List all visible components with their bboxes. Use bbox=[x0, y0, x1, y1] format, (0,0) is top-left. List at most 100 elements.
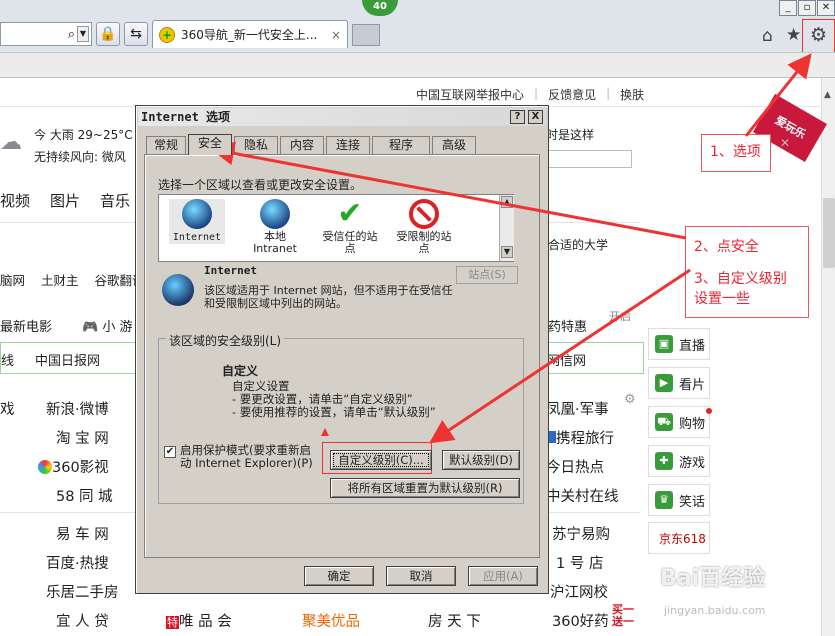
tab-programs[interactable]: 程序 bbox=[372, 136, 430, 154]
nav-images[interactable]: 图片 bbox=[50, 190, 80, 211]
site-link[interactable]: 戏 bbox=[0, 398, 15, 419]
home-icon[interactable]: ⌂ bbox=[762, 26, 773, 46]
site-link[interactable]: 凤凰·军事 bbox=[546, 398, 609, 419]
site-link[interactable]: 乐居二手房 bbox=[46, 581, 119, 602]
address-bar[interactable]: ⌕ ▼ bbox=[0, 22, 92, 46]
site-link[interactable]: 58 同 城 bbox=[56, 485, 113, 506]
new-tab-button[interactable] bbox=[352, 24, 380, 46]
site-link[interactable]: 苏宁易购 bbox=[552, 523, 610, 544]
zone-trusted[interactable]: ✔ 受信任的站 点 bbox=[315, 199, 385, 255]
site-link[interactable]: 1 号 店 bbox=[556, 552, 603, 573]
scroll-up-icon[interactable]: ▲ bbox=[824, 90, 831, 100]
site-link[interactable]: 360影视 bbox=[38, 456, 109, 477]
tab-connections[interactable]: 连接 bbox=[326, 136, 370, 154]
zone-internet[interactable]: Internet bbox=[169, 199, 225, 244]
protected-mode-checkbox[interactable]: ✔ bbox=[164, 446, 176, 458]
close-icon[interactable]: ✕ bbox=[780, 136, 790, 150]
tab-close-icon[interactable]: × bbox=[331, 28, 341, 42]
site-link[interactable]: 聚美优品 bbox=[302, 610, 360, 631]
quick-link[interactable]: 土财主 bbox=[41, 270, 79, 289]
latest-movies-tab[interactable]: 最新电影 bbox=[0, 316, 52, 335]
default-level-button[interactable]: 默认级别(D) bbox=[442, 450, 520, 470]
site-link[interactable]: 新浪·微博 bbox=[46, 398, 109, 419]
close-window-button[interactable]: ✕ bbox=[817, 0, 835, 16]
mini-games-tab[interactable]: 🎮 小 游 bbox=[82, 316, 132, 335]
close-dialog-button[interactable]: X bbox=[528, 110, 543, 124]
settings-gear-icon[interactable]: ⚙ bbox=[624, 392, 636, 407]
cancel-button[interactable]: 取消 bbox=[386, 566, 456, 586]
scroll-thumb[interactable] bbox=[823, 198, 835, 268]
zone-scrollbar[interactable]: ▲ ▼ bbox=[499, 195, 514, 261]
zone-prompt: 选择一个区域以查看或更改安全设置。 bbox=[158, 178, 363, 192]
sidebar-item-jokes[interactable]: ♛ 笑话 bbox=[648, 484, 710, 516]
tab-security[interactable]: 安全 bbox=[188, 134, 232, 155]
zone-info-description: 该区域适用于 Internet 网站，但不适用于在受信任和受限制区域中列出的网站… bbox=[204, 284, 453, 310]
site-link[interactable]: 中关村在线 bbox=[546, 485, 619, 506]
sidebar-item-movies[interactable]: ▶ 看片 bbox=[648, 367, 710, 399]
sidebar-item-live[interactable]: ▣ 直播 bbox=[648, 328, 710, 360]
feedback-link[interactable]: 反馈意见 bbox=[548, 86, 596, 103]
site-link[interactable]: 携程旅行 bbox=[546, 427, 614, 448]
report-center-link[interactable]: 中国互联网举报中心 bbox=[416, 86, 524, 103]
browser-tab[interactable]: + 360导航_新一代安全上... × bbox=[152, 20, 348, 48]
favorites-star-icon[interactable]: ★ bbox=[786, 25, 801, 45]
nav-music[interactable]: 音乐 bbox=[100, 190, 130, 211]
featured-link[interactable]: 中国日报网 bbox=[35, 350, 100, 369]
site-link[interactable]: 特唯 品 会 bbox=[166, 610, 232, 631]
dropdown-arrow-icon[interactable]: ▼ bbox=[77, 26, 89, 42]
sites-button[interactable]: 站点(S) bbox=[456, 266, 518, 284]
tab-title: 360导航_新一代安全上... bbox=[181, 28, 318, 42]
side-text[interactable]: 药特惠 bbox=[548, 316, 587, 335]
site-link[interactable]: 宜 人 贷 bbox=[56, 610, 109, 631]
sidebar-item-jd[interactable]: 京东618 bbox=[648, 522, 710, 554]
nav-video[interactable]: 视频 bbox=[0, 190, 30, 211]
zone-list[interactable]: Internet 本地 Intranet ✔ 受信任的站 点 受限制的站 点 ▲… bbox=[158, 194, 514, 262]
page-scrollbar[interactable]: ▲ bbox=[821, 78, 835, 636]
protected-mode-label[interactable]: 启用保护模式(要求重新启 动 Internet Explorer)(P) bbox=[180, 444, 313, 470]
apply-button[interactable]: 应用(A) bbox=[468, 566, 538, 586]
skin-link[interactable]: 换肤 bbox=[620, 86, 644, 103]
weather-widget[interactable]: ☁ 今 大雨 29~25°C 无持续风向: 微风 bbox=[0, 120, 135, 170]
site-link[interactable]: 淘 宝 网 bbox=[56, 427, 109, 448]
tab-content[interactable]: 内容 bbox=[280, 136, 324, 154]
globe-icon bbox=[162, 274, 194, 306]
category-nav: 视频 图片 音乐 bbox=[0, 190, 130, 211]
rain-cloud-icon: ☁ bbox=[0, 130, 22, 155]
zone-intranet[interactable]: 本地 Intranet bbox=[245, 199, 305, 255]
tab-advanced[interactable]: 高级 bbox=[432, 136, 476, 154]
featured-link[interactable]: 网信网 bbox=[547, 350, 586, 369]
site-link[interactable]: 今日热点 bbox=[546, 456, 604, 477]
scroll-down-icon[interactable]: ▼ bbox=[501, 246, 513, 258]
enable-toggle[interactable]: 开启 bbox=[602, 308, 638, 324]
custom-level-button[interactable]: 自定义级别(C)... bbox=[330, 450, 432, 470]
reset-all-zones-button[interactable]: 将所有区域重置为默认级别(R) bbox=[330, 478, 520, 498]
tab-general[interactable]: 常规 bbox=[146, 136, 186, 154]
command-bar bbox=[0, 52, 835, 78]
site-link[interactable]: 百度·热搜 bbox=[46, 552, 109, 573]
site-link[interactable]: 易 车 网 bbox=[56, 523, 109, 544]
side-text[interactable]: 合适的大学 bbox=[548, 236, 608, 253]
sidebar-item-games[interactable]: ✚ 游戏 bbox=[648, 445, 710, 477]
site-link[interactable]: 沪江网校 bbox=[550, 581, 608, 602]
site-link[interactable]: 360好药 bbox=[552, 610, 609, 631]
buy-promo[interactable]: 买一送一 bbox=[612, 604, 642, 628]
restore-button[interactable]: ▫ bbox=[798, 0, 816, 16]
search-icon[interactable]: ⌕ bbox=[68, 27, 75, 42]
ok-button[interactable]: 确定 bbox=[304, 566, 374, 586]
dialog-title[interactable]: Internet 选项 bbox=[138, 108, 546, 126]
quick-links-row: 脑网 土财主 谷歌翻译 bbox=[0, 270, 145, 289]
site-link[interactable]: 房 天 下 bbox=[428, 610, 481, 631]
help-button[interactable]: ? bbox=[510, 110, 525, 124]
featured-link[interactable]: 线 bbox=[1, 350, 14, 369]
weather-wind: 无持续风向: 微风 bbox=[34, 150, 126, 164]
sidebar-item-shopping[interactable]: ⛟ 购物 bbox=[648, 406, 710, 438]
side-input[interactable] bbox=[538, 150, 632, 168]
quick-link[interactable]: 脑网 bbox=[0, 270, 25, 289]
scroll-up-icon[interactable]: ▲ bbox=[501, 196, 513, 208]
tab-privacy[interactable]: 隐私 bbox=[234, 136, 278, 154]
custom-level-title: 自定义 bbox=[222, 364, 259, 378]
minimize-button[interactable]: _ bbox=[779, 0, 797, 16]
lock-icon[interactable]: 🔒 bbox=[96, 22, 120, 46]
refresh-icon[interactable]: ⇆ bbox=[124, 22, 148, 46]
zone-restricted[interactable]: 受限制的站 点 bbox=[389, 199, 459, 255]
